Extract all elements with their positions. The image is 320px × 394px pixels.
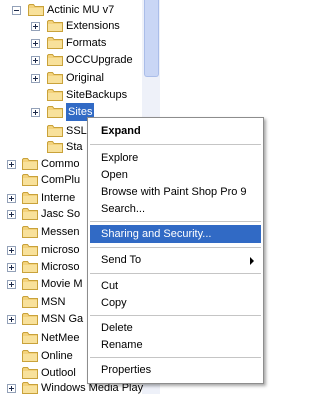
expand-icon[interactable] — [31, 108, 40, 117]
folder-icon — [22, 277, 38, 290]
menu-item-delete-label: Delete — [101, 322, 133, 334]
menu-item-copy-label: Copy — [101, 297, 127, 309]
tree-item-label: microso — [41, 244, 80, 256]
menu-item-cut-label: Cut — [101, 280, 119, 292]
folder-icon — [22, 331, 38, 344]
tree-item-label: Online — [41, 350, 73, 362]
folder-icon — [22, 366, 38, 379]
tree-item[interactable]: Original — [0, 69, 142, 87]
folder-icon — [47, 71, 63, 84]
menu-item-send-to[interactable]: Send To — [90, 251, 261, 269]
expand-icon[interactable] — [31, 22, 40, 31]
folder-icon — [22, 207, 38, 220]
menu-item-expand-label: Expand — [101, 125, 141, 137]
menu-item-explore-label: Explore — [101, 152, 139, 164]
tree-item[interactable]: Extensions — [0, 17, 142, 35]
folder-icon — [47, 53, 63, 66]
folder-icon — [22, 349, 38, 362]
menu-separator — [90, 357, 261, 358]
folder-icon — [47, 105, 63, 118]
menu-separator — [90, 247, 261, 248]
tree-item-label: Microso — [41, 261, 80, 273]
tree-item-label: NetMee — [41, 332, 80, 344]
folder-icon — [47, 36, 63, 49]
expand-icon[interactable] — [7, 160, 16, 169]
folder-icon — [22, 243, 38, 256]
menu-item-delete[interactable]: Delete — [90, 319, 261, 337]
expand-icon[interactable] — [7, 384, 16, 393]
folder-icon — [22, 225, 38, 238]
scrollbar-thumb[interactable] — [144, 0, 159, 77]
folder-icon — [22, 157, 38, 170]
menu-separator — [90, 144, 261, 145]
menu-item-sharing-label: Sharing and Security... — [101, 228, 212, 240]
expand-icon[interactable] — [7, 280, 16, 289]
tree-item[interactable]: Formats — [0, 34, 142, 52]
menu-item-expand[interactable]: Expand — [90, 122, 261, 140]
folder-icon — [28, 3, 44, 16]
folder-icon — [22, 260, 38, 273]
menu-item-open[interactable]: Open — [90, 166, 261, 184]
tree-item-label: OCCUpgrade — [66, 54, 133, 66]
collapse-icon[interactable] — [12, 6, 21, 15]
menu-item-cut[interactable]: Cut — [90, 277, 261, 295]
expand-icon[interactable] — [31, 74, 40, 83]
tree-item-label: ComPlu — [41, 174, 81, 186]
expand-icon[interactable] — [31, 56, 40, 65]
submenu-arrow-icon — [250, 257, 254, 265]
tree-item[interactable]: OCCUpgrade — [0, 51, 142, 69]
menu-separator — [90, 273, 261, 274]
menu-separator — [90, 315, 261, 316]
folder-icon — [47, 19, 63, 32]
tree-item-label: SiteBackups — [66, 89, 128, 101]
menu-item-copy[interactable]: Copy — [90, 294, 261, 312]
folder-icon — [22, 312, 38, 325]
menu-item-explore[interactable]: Explore — [90, 149, 261, 167]
folder-icon — [22, 173, 38, 186]
menu-item-browse-psp-label: Browse with Paint Shop Pro 9 — [101, 186, 247, 198]
expand-icon[interactable] — [7, 194, 16, 203]
tree-item-label: MSN Ga — [41, 313, 84, 325]
tree-item-label: MSN — [41, 296, 66, 308]
tree-item-label: Original — [66, 72, 104, 84]
tree-item-label: Messen — [41, 226, 80, 238]
menu-item-search[interactable]: Search... — [90, 200, 261, 218]
menu-item-search-label: Search... — [101, 203, 146, 215]
expand-icon[interactable] — [7, 246, 16, 255]
menu-item-properties[interactable]: Properties — [90, 361, 261, 379]
menu-item-rename[interactable]: Rename — [90, 336, 261, 354]
tree-item-label: Extensions — [66, 20, 120, 32]
folder-icon — [47, 124, 63, 137]
folder-icon — [22, 191, 38, 204]
expand-icon[interactable] — [7, 263, 16, 272]
tree-item[interactable]: SiteBackups — [0, 86, 142, 104]
folder-icon — [47, 88, 63, 101]
tree-item-label: Formats — [66, 37, 107, 49]
tree-item-label: Jasc So — [41, 208, 81, 220]
folder-icon — [47, 140, 63, 153]
menu-item-send-to-label: Send To — [101, 254, 142, 266]
menu-item-rename-label: Rename — [101, 339, 143, 351]
expand-icon[interactable] — [7, 315, 16, 324]
folder-icon — [22, 381, 38, 394]
menu-item-properties-label: Properties — [101, 364, 152, 376]
tree-item-label: Sta — [66, 141, 83, 153]
menu-item-open-label: Open — [101, 169, 128, 181]
menu-item-sharing-security[interactable]: Sharing and Security... — [90, 225, 261, 243]
folder-icon — [22, 295, 38, 308]
expand-icon[interactable] — [7, 210, 16, 219]
tree-item-label: Movie M — [41, 278, 83, 290]
context-menu: Expand Explore Open Browse with Paint Sh… — [87, 117, 264, 384]
menu-separator — [90, 221, 261, 222]
menu-item-browse-psp[interactable]: Browse with Paint Shop Pro 9 — [90, 183, 261, 201]
expand-icon[interactable] — [31, 39, 40, 48]
